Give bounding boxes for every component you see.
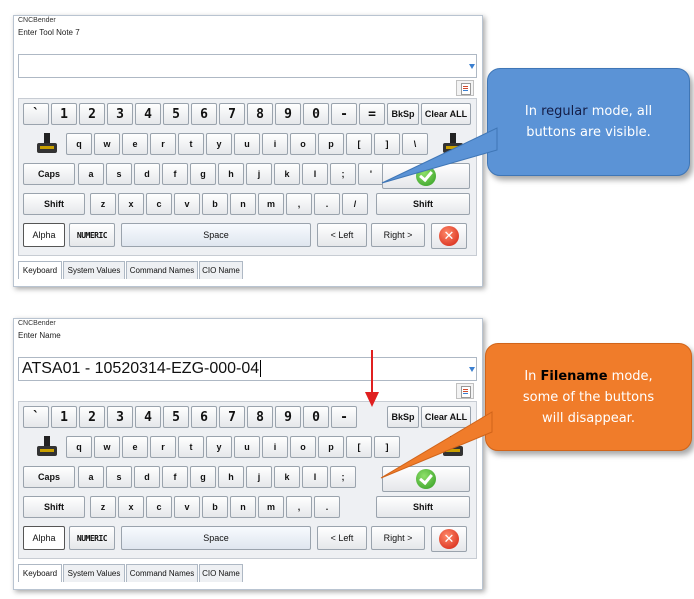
callout-pointer-filename	[380, 411, 493, 479]
down-arrow-head	[365, 392, 379, 407]
callout-pointers	[365, 127, 498, 479]
callout-pointer-regular	[381, 127, 498, 184]
